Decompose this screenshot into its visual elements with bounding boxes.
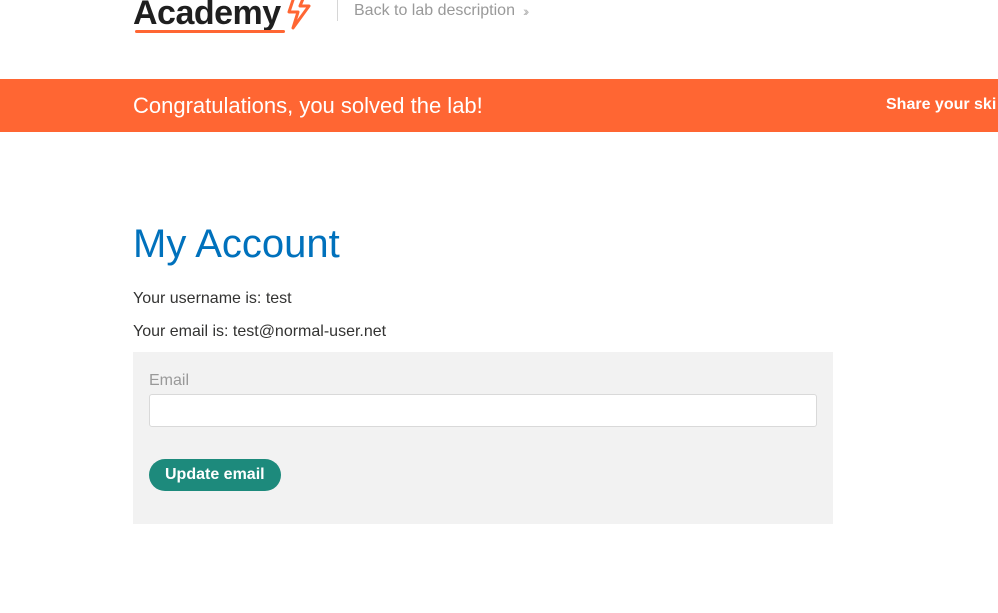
logo-underline bbox=[135, 30, 285, 33]
email-text: Your email is: test@normal-user.net bbox=[133, 323, 387, 340]
banner-title: Congratulations, you solved the lab! bbox=[133, 93, 483, 118]
share-skills-link[interactable]: Share your ski bbox=[886, 96, 996, 114]
double-chevron-right-icon: ›› bbox=[522, 3, 530, 19]
change-email-form: Email Update email bbox=[133, 352, 833, 524]
email-input[interactable] bbox=[149, 394, 817, 427]
page-title: My Account bbox=[133, 222, 340, 266]
email-label: Email bbox=[149, 372, 190, 389]
update-email-button[interactable]: Update email bbox=[149, 459, 281, 491]
back-link-label: Back to lab description bbox=[354, 2, 515, 19]
logo-text: Academy bbox=[133, 0, 281, 32]
lab-solved-banner: Congratulations, you solved the lab! Sha… bbox=[0, 79, 998, 132]
username-text: Your username is: test bbox=[133, 290, 292, 307]
academy-logo[interactable]: Academy bbox=[133, 0, 315, 33]
lightning-logo-icon bbox=[287, 0, 311, 30]
site-header: Academy Back to lab description ›› bbox=[0, 0, 998, 79]
back-to-lab-link[interactable]: Back to lab description ›› bbox=[354, 2, 530, 20]
header-divider bbox=[337, 0, 338, 21]
